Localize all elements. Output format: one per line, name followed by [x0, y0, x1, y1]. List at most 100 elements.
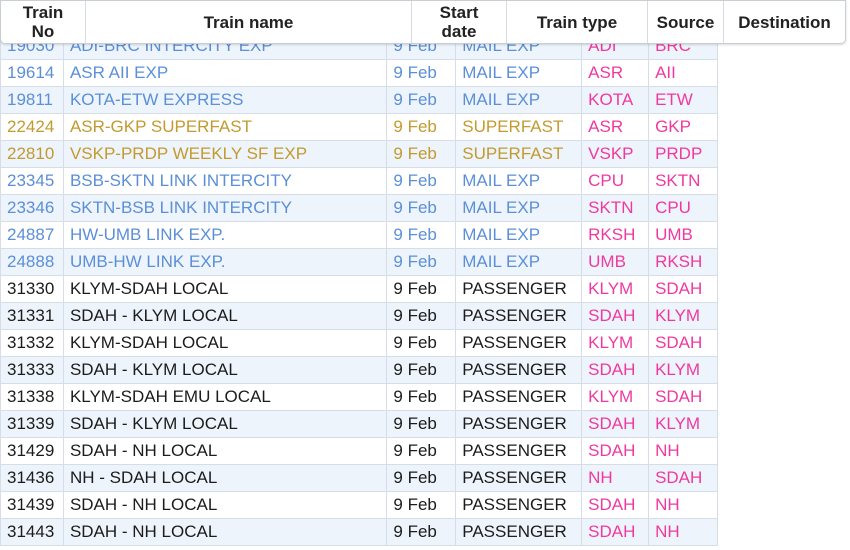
- table-row[interactable]: 22424 ASR-GKP SUPERFAST 9 Feb SUPERFAST ASR G…: [0, 113, 718, 141]
- start-date-cell: 9 Feb: [386, 356, 457, 384]
- train-type-cell: PASSENGER: [455, 329, 583, 357]
- destination-cell: SDAH: [648, 275, 718, 303]
- train-type-cell: MAIL EXP: [455, 248, 583, 276]
- destination-cell: KLYM: [648, 410, 718, 438]
- start-date-cell: 9 Feb: [386, 167, 457, 195]
- train-no-cell: 31330: [0, 275, 64, 303]
- train-type-cell: PASSENGER: [455, 275, 583, 303]
- table-row[interactable]: 31439 SDAH - NH LOCAL 9 Feb PASSENGER SDAH NH: [0, 491, 718, 519]
- column-header-start-date[interactable]: Start date: [412, 1, 507, 43]
- train-type-cell: MAIL EXP: [455, 194, 583, 222]
- table-row[interactable]: 19811 KOTA-ETW EXPRESS 9 Feb MAIL EXP KOTA ET…: [0, 86, 718, 114]
- start-date-cell: 9 Feb: [386, 491, 457, 519]
- train-name-cell: SDAH - KLYM LOCAL: [62, 302, 388, 330]
- train-type-cell: PASSENGER: [455, 464, 583, 492]
- train-no-cell: 22810: [0, 140, 64, 168]
- source-cell: KLYM: [581, 275, 650, 303]
- train-name-cell: ASR-GKP SUPERFAST: [62, 113, 388, 141]
- train-type-cell: PASSENGER: [455, 302, 583, 330]
- start-date-cell: 9 Feb: [386, 59, 457, 87]
- column-header-train-name[interactable]: Train name: [86, 1, 412, 43]
- table-row[interactable]: 23345 BSB-SKTN LINK INTERCITY 9 Feb MAIL EX…: [0, 167, 718, 195]
- destination-cell: SKTN: [648, 167, 718, 195]
- source-header-label: Source: [656, 12, 715, 32]
- train-type-cell: PASSENGER: [455, 491, 583, 519]
- train-no-cell: 24887: [0, 221, 64, 249]
- start-date-cell: 9 Feb: [386, 86, 457, 114]
- source-cell: SDAH: [581, 437, 650, 465]
- train-name-header-label: Train name: [203, 12, 294, 32]
- table-row[interactable]: 31331 SDAH - KLYM LOCAL 9 Feb PASSENGER SDAH…: [0, 302, 718, 330]
- train-name-cell: NH - SDAH LOCAL: [62, 464, 388, 492]
- destination-cell: KLYM: [648, 302, 718, 330]
- table-row[interactable]: 31436 NH - SDAH LOCAL 9 Feb PASSENGER NH SDAH: [0, 464, 718, 492]
- table-row[interactable]: 31330 KLYM-SDAH LOCAL 9 Feb PASSENGER KLYM SD…: [0, 275, 718, 303]
- table-row[interactable]: 24888 UMB-HW LINK EXP. 9 Feb MAIL EXP UMB RKS…: [0, 248, 718, 276]
- column-header-source[interactable]: Source: [648, 1, 724, 43]
- train-no-cell: 31338: [0, 383, 64, 411]
- table-row[interactable]: 31333 SDAH - KLYM LOCAL 9 Feb PASSENGER SDAH…: [0, 356, 718, 384]
- destination-cell: NH: [648, 491, 718, 519]
- destination-cell: PRDP: [648, 140, 718, 168]
- train-no-cell: 31331: [0, 302, 64, 330]
- train-name-cell: UMB-HW LINK EXP.: [62, 248, 388, 276]
- train-no-cell: 22424: [0, 113, 64, 141]
- destination-cell: KLYM: [648, 356, 718, 384]
- train-type-cell: MAIL EXP: [455, 59, 583, 87]
- train-table-body[interactable]: 19030 ADI-BRC INTERCITY EXP 9 Feb MAIL EXP A…: [0, 0, 718, 550]
- source-cell: KLYM: [581, 329, 650, 357]
- start-date-cell: 9 Feb: [386, 437, 457, 465]
- start-date-header-label: Start date: [439, 3, 479, 41]
- destination-cell: CPU: [648, 194, 718, 222]
- column-header-train-no[interactable]: Train No: [1, 1, 86, 43]
- source-cell: VSKP: [581, 140, 650, 168]
- train-no-cell: 31339: [0, 410, 64, 438]
- train-type-cell: SUPERFAST: [455, 140, 583, 168]
- destination-cell: NH: [648, 437, 718, 465]
- source-cell: UMB: [581, 248, 650, 276]
- train-no-cell: 23345: [0, 167, 64, 195]
- start-date-cell: 9 Feb: [386, 194, 457, 222]
- table-row[interactable]: 23346 SKTN-BSB LINK INTERCITY 9 Feb MAIL EX…: [0, 194, 718, 222]
- column-header-destination[interactable]: Destination: [724, 1, 845, 43]
- destination-cell: UMB: [648, 221, 718, 249]
- train-no-cell: 31332: [0, 329, 64, 357]
- start-date-cell: 9 Feb: [386, 113, 457, 141]
- table-row[interactable]: 19614 ASR AII EXP 9 Feb MAIL EXP ASR AII: [0, 59, 718, 87]
- table-row[interactable]: 31332 KLYM-SDAH LOCAL 9 Feb PASSENGER KLYM SD…: [0, 329, 718, 357]
- source-cell: SDAH: [581, 410, 650, 438]
- train-name-cell: SDAH - NH LOCAL: [62, 491, 388, 519]
- destination-cell: ETW: [648, 86, 718, 114]
- table-row[interactable]: 31443 SDAH - NH LOCAL 9 Feb PASSENGER SDAH NH: [0, 518, 718, 546]
- table-row[interactable]: 24887 HW-UMB LINK EXP. 9 Feb MAIL EXP RKSH UM…: [0, 221, 718, 249]
- table-row[interactable]: 31339 SDAH - KLYM LOCAL 9 Feb PASSENGER SDAH…: [0, 410, 718, 438]
- train-name-cell: KLYM-SDAH EMU LOCAL: [62, 383, 388, 411]
- train-no-cell: 19614: [0, 59, 64, 87]
- source-cell: KLYM: [581, 383, 650, 411]
- train-name-cell: KLYM-SDAH LOCAL: [62, 329, 388, 357]
- source-cell: SDAH: [581, 491, 650, 519]
- table-row[interactable]: 31338 KLYM-SDAH EMU LOCAL 9 Feb PASSENGER KL…: [0, 383, 718, 411]
- train-name-cell: VSKP-PRDP WEEKLY SF EXP: [62, 140, 388, 168]
- train-name-cell: BSB-SKTN LINK INTERCITY: [62, 167, 388, 195]
- start-date-cell: 9 Feb: [386, 518, 457, 546]
- train-no-cell: 19811: [0, 86, 64, 114]
- train-name-cell: KOTA-ETW EXPRESS: [62, 86, 388, 114]
- train-type-cell: PASSENGER: [455, 410, 583, 438]
- source-cell: RKSH: [581, 221, 650, 249]
- train-name-cell: SKTN-BSB LINK INTERCITY: [62, 194, 388, 222]
- source-cell: CPU: [581, 167, 650, 195]
- train-type-cell: PASSENGER: [455, 437, 583, 465]
- table-row[interactable]: 22810 VSKP-PRDP WEEKLY SF EXP 9 Feb SUPERFA…: [0, 140, 718, 168]
- destination-header-label: Destination: [738, 12, 831, 32]
- start-date-cell: 9 Feb: [386, 410, 457, 438]
- source-cell: ASR: [581, 59, 650, 87]
- train-no-cell: 31333: [0, 356, 64, 384]
- start-date-cell: 9 Feb: [386, 275, 457, 303]
- start-date-cell: 9 Feb: [386, 464, 457, 492]
- column-header-train-type[interactable]: Train type: [507, 1, 648, 43]
- train-name-cell: KLYM-SDAH LOCAL: [62, 275, 388, 303]
- table-row[interactable]: 31429 SDAH - NH LOCAL 9 Feb PASSENGER SDAH NH: [0, 437, 718, 465]
- train-type-cell: PASSENGER: [455, 518, 583, 546]
- start-date-cell: 9 Feb: [386, 221, 457, 249]
